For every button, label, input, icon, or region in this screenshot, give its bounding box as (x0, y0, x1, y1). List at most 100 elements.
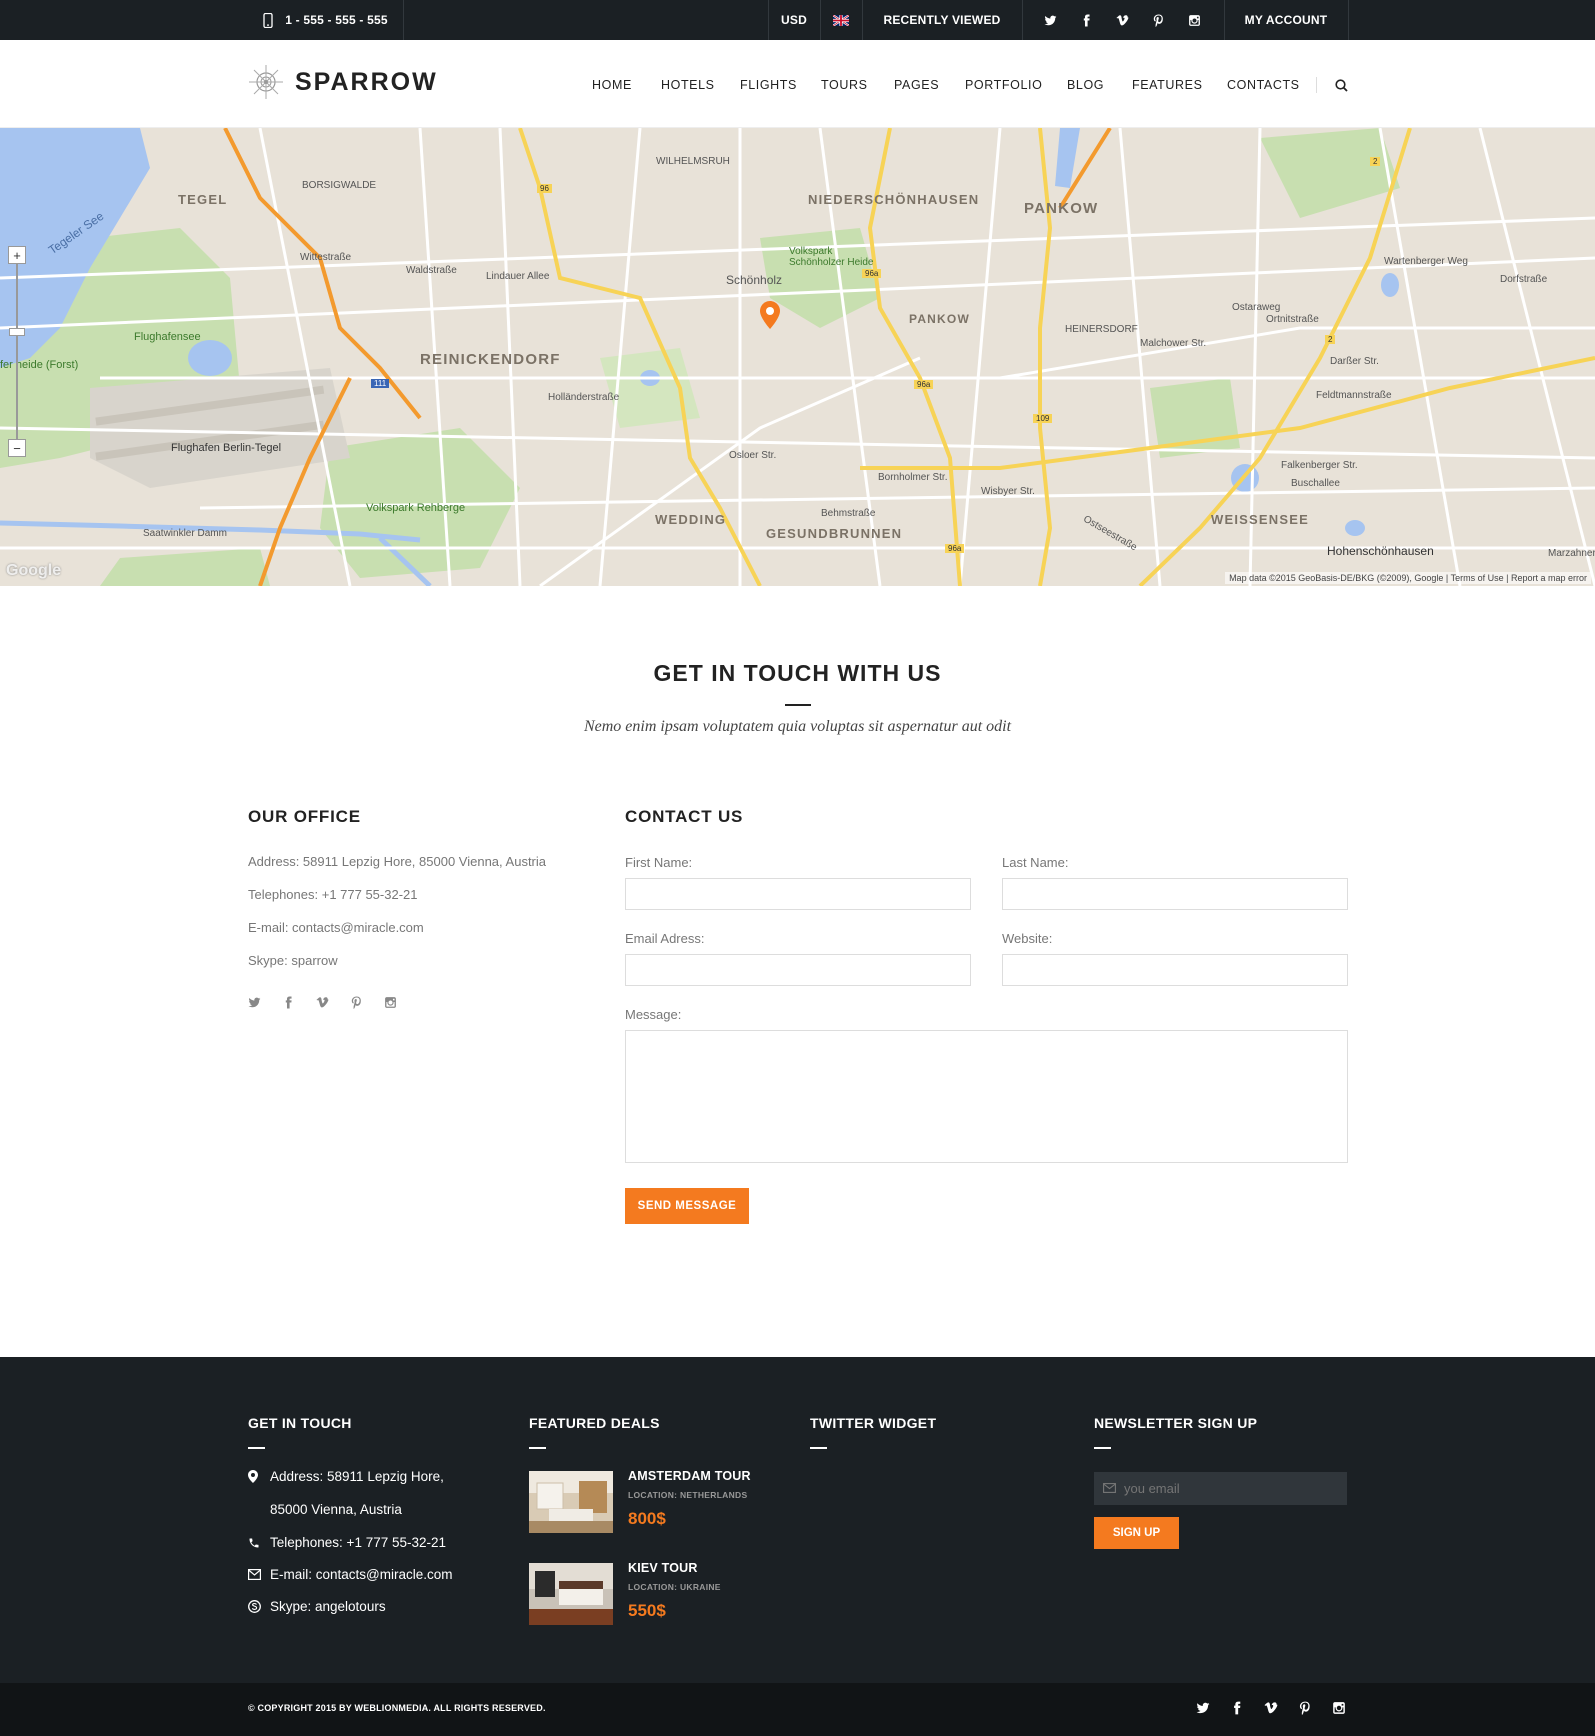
office-email: E-mail: contacts@miracle.com (248, 920, 424, 935)
footer-address-2: 85000 Vienna, Austria (248, 1502, 402, 1517)
last-name-field[interactable] (1002, 878, 1348, 910)
newsletter-email-input[interactable] (1094, 1472, 1347, 1505)
map-label: Wartenberger Weg (1384, 256, 1468, 267)
deal-location: LOCATION: NETHERLANDS (628, 1490, 748, 1500)
logo[interactable]: SPARROW (248, 64, 438, 100)
pinterest-icon[interactable] (1148, 0, 1168, 40)
nav-blog[interactable]: BLOG (1067, 78, 1104, 92)
twitter-icon[interactable] (248, 996, 261, 1009)
title-underline (785, 704, 811, 706)
deal-title[interactable]: AMSTERDAM TOUR (628, 1469, 751, 1483)
location-map[interactable]: TEGEL BORSIGWALDE WILHELMSRUH NIEDERSCHÖ… (0, 128, 1595, 586)
nav-contacts[interactable]: CONTACTS (1227, 78, 1300, 92)
recently-viewed-link[interactable]: RECENTLY VIEWED (862, 0, 1022, 40)
map-label: BORSIGWALDE (302, 180, 377, 191)
phone-icon (263, 12, 273, 28)
first-name-label: First Name: (625, 855, 693, 870)
message-field[interactable] (625, 1030, 1348, 1163)
zoom-out-button[interactable]: − (8, 439, 26, 457)
contact-title: CONTACT US (625, 807, 744, 826)
instagram-icon[interactable] (384, 996, 397, 1009)
map-label: Ostaraweg (1232, 302, 1281, 313)
sign-up-button[interactable]: SIGN UP (1094, 1517, 1179, 1549)
search-icon[interactable] (1335, 79, 1348, 92)
uk-flag-icon (833, 14, 849, 26)
deal-title[interactable]: KIEV TOUR (628, 1561, 698, 1575)
nav-flights[interactable]: FLIGHTS (740, 78, 797, 92)
phone-handset-icon (249, 1538, 259, 1547)
twitter-icon[interactable] (1196, 1701, 1210, 1715)
nav-features[interactable]: FEATURES (1132, 78, 1203, 92)
title-underline (1094, 1447, 1111, 1449)
nav-portfolio[interactable]: PORTFOLIO (965, 78, 1042, 92)
envelope-icon (1103, 1483, 1116, 1493)
deal-image-amsterdam[interactable] (529, 1471, 613, 1533)
map-label: Wittestraße (300, 252, 352, 263)
site-header: SPARROW HOME HOTELS FLIGHTS TOURS PAGES … (0, 40, 1595, 128)
footer-address-line-2: 85000 Vienna, Austria (270, 1502, 402, 1517)
twitter-icon[interactable] (1040, 0, 1060, 40)
website-field[interactable] (1002, 954, 1348, 986)
map-label: Waldstraße (406, 265, 457, 276)
map-label: PANKOW (1024, 200, 1099, 217)
office-title: OUR OFFICE (248, 807, 361, 826)
instagram-icon[interactable] (1184, 0, 1204, 40)
instagram-icon[interactable] (1332, 1701, 1346, 1715)
message-label: Message: (625, 1007, 682, 1022)
footer-email-text[interactable]: E-mail: contacts@miracle.com (270, 1567, 453, 1582)
footer-email: E-mail: contacts@miracle.com (248, 1567, 453, 1582)
nav-hotels[interactable]: HOTELS (661, 78, 715, 92)
zoom-handle[interactable] (9, 328, 25, 336)
map-label: Osloer Str. (729, 450, 777, 461)
facebook-icon[interactable] (282, 996, 295, 1009)
copyright: © COPYRIGHT 2015 BY WEBLIONMEDIA. ALL RI… (248, 1703, 546, 1713)
currency-selector[interactable]: USD (768, 0, 820, 40)
map-label: Volkspark Rehberge (366, 502, 466, 514)
vimeo-icon[interactable] (316, 996, 329, 1009)
phone-contact[interactable]: 1 - 555 - 555 - 555 (248, 0, 403, 40)
first-name-field[interactable] (625, 878, 971, 910)
route-badge: 96a (914, 380, 934, 389)
route-badge: 96a (862, 269, 882, 278)
map-attribution[interactable]: Map data ©2015 GeoBasis-DE/BKG (©2009), … (1225, 572, 1591, 584)
facebook-icon[interactable] (1230, 1701, 1244, 1715)
footer-skype: Skype: angelotours (248, 1599, 386, 1614)
language-selector[interactable] (820, 0, 862, 40)
nav-tours[interactable]: TOURS (821, 78, 868, 92)
zoom-slider[interactable] (16, 264, 18, 439)
office-social-links (248, 996, 397, 1009)
email-field[interactable] (625, 954, 971, 986)
title-underline (810, 1447, 827, 1449)
footer-social-links (1196, 1701, 1346, 1715)
map-label: Ortnitstraße (1266, 314, 1319, 325)
top-bar: 1 - 555 - 555 - 555 USD RECENTLY VIEWED … (0, 0, 1595, 40)
nav-pages[interactable]: PAGES (894, 78, 939, 92)
title-underline (248, 1447, 265, 1449)
vimeo-icon[interactable] (1112, 0, 1132, 40)
map-marker-icon[interactable] (760, 301, 780, 329)
map-label: Dorfstraße (1500, 274, 1548, 285)
footer-address-line-1: Address: 58911 Lepzig Hore, (270, 1469, 444, 1484)
vimeo-icon[interactable] (1264, 1701, 1278, 1715)
map-label: Feldtmannstraße (1316, 390, 1392, 401)
facebook-icon[interactable] (1076, 0, 1096, 40)
google-logo: Google (6, 562, 62, 579)
map-label: REINICKENDORF (420, 351, 561, 368)
pinterest-icon[interactable] (350, 996, 363, 1009)
envelope-icon (248, 1569, 261, 1580)
map-label: Saatwinkler Damm (143, 528, 227, 539)
title-underline (529, 1447, 546, 1449)
pinterest-icon[interactable] (1298, 1701, 1312, 1715)
nav-home[interactable]: HOME (592, 78, 632, 92)
newsletter-title: NEWSLETTER SIGN UP (1094, 1415, 1258, 1431)
zoom-in-button[interactable]: + (8, 246, 26, 264)
my-account-link[interactable]: MY ACCOUNT (1224, 0, 1348, 40)
footer-telephones: Telephones: +1 777 55-32-21 (248, 1535, 446, 1550)
map-label: NIEDERSCHÖNHAUSEN (808, 192, 980, 207)
map-label: Wisbyer Str. (981, 486, 1035, 497)
footer-skype-text: Skype: angelotours (270, 1599, 386, 1614)
map-label: Flughafensee (134, 331, 201, 343)
deal-image-kiev[interactable] (529, 1563, 613, 1625)
send-message-button[interactable]: SEND MESSAGE (625, 1188, 749, 1224)
map-label: Holländerstraße (548, 392, 620, 403)
